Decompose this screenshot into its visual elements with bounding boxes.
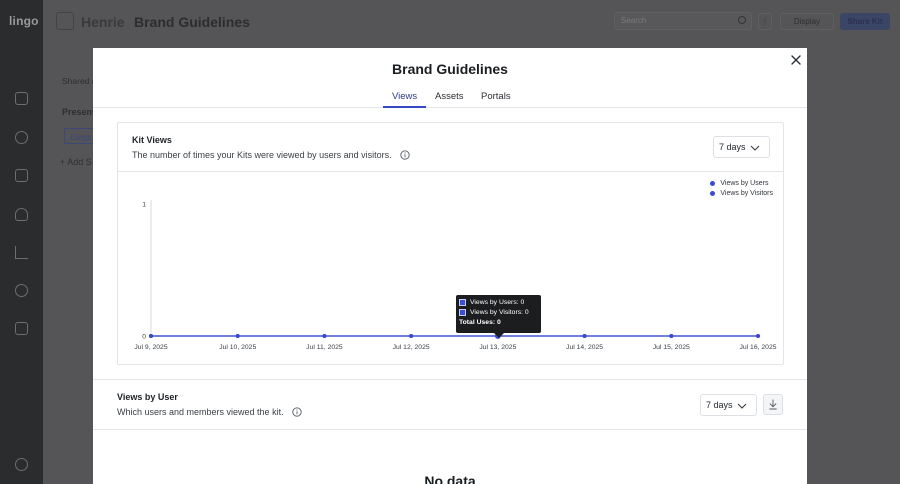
tooltip-users-swatch xyxy=(459,298,466,306)
y-tick-label: 1 xyxy=(142,202,146,209)
data-point-visitors[interactable] xyxy=(322,334,327,338)
empty-state-message: No data xyxy=(424,473,476,484)
chart-tooltip: Views by Users: 0 Views by Visitors: 0 T… xyxy=(456,295,541,338)
tooltip-visitors-swatch xyxy=(459,308,466,316)
info-icon[interactable] xyxy=(292,407,302,417)
app-logo: lingo xyxy=(9,14,39,28)
display-button[interactable]: Display xyxy=(780,13,834,30)
x-tick-label: Jul 13, 2025 xyxy=(479,344,516,351)
kit-views-card: Kit Views The number of times your Kits … xyxy=(117,122,784,365)
x-tick-label: Jul 15, 2025 xyxy=(653,344,690,351)
modal-title: Brand Guidelines xyxy=(392,61,508,77)
download-button[interactable] xyxy=(763,394,783,415)
x-tick-label: Jul 12, 2025 xyxy=(393,344,430,351)
views-by-user-description: Which users and members viewed the kit. xyxy=(117,407,284,417)
x-tick-label: Jul 11, 2025 xyxy=(306,344,343,351)
data-point-visitors[interactable] xyxy=(669,334,674,338)
app-sidebar-rail: lingo xyxy=(0,0,43,484)
search-icon[interactable] xyxy=(15,131,28,144)
y-tick-label: 0 xyxy=(142,334,146,341)
analytics-icon[interactable] xyxy=(15,246,28,259)
help-icon[interactable] xyxy=(15,458,28,471)
download-icon xyxy=(769,399,777,410)
x-tick-label: Jul 9, 2025 xyxy=(134,344,167,351)
data-point-visitors[interactable] xyxy=(582,334,587,338)
tooltip-arrow xyxy=(494,333,504,338)
kit-list-item[interactable]: Elega xyxy=(70,132,92,142)
tooltip-users-row: Views by Users: 0 xyxy=(459,297,538,307)
add-section-button[interactable]: + Add S xyxy=(60,157,92,167)
share-kit-button[interactable]: Share Kit xyxy=(840,13,890,30)
tab-views[interactable]: Views xyxy=(392,91,417,102)
dashboard-icon[interactable] xyxy=(15,92,28,105)
settings-icon[interactable] xyxy=(15,284,28,297)
tooltip-visitors-value: Views by Visitors: 0 xyxy=(470,308,529,316)
tab-assets[interactable]: Assets xyxy=(435,91,464,102)
library-icon[interactable] xyxy=(15,322,28,335)
data-point-visitors[interactable] xyxy=(409,334,414,338)
x-tick-label: Jul 10, 2025 xyxy=(219,344,256,351)
modal-tabs: Views Assets Portals xyxy=(93,87,807,108)
data-point-visitors[interactable] xyxy=(149,334,153,338)
tab-portals[interactable]: Portals xyxy=(481,91,511,102)
chevron-down-icon xyxy=(737,403,747,409)
insights-modal: Brand Guidelines Views Assets Portals Ki… xyxy=(93,48,807,484)
views-by-user-section: Views by User Which users and members vi… xyxy=(93,379,807,430)
close-icon[interactable] xyxy=(789,53,803,67)
data-point-visitors[interactable] xyxy=(756,334,760,338)
app-topbar: Henrie Brand Guidelines Search ⋮ Display… xyxy=(43,0,900,43)
tooltip-visitors-row: Views by Visitors: 0 xyxy=(459,307,538,317)
views-by-user-title: Views by User xyxy=(117,392,178,402)
more-options-button[interactable]: ⋮ xyxy=(758,13,772,30)
search-icon xyxy=(738,16,746,24)
active-tab-indicator xyxy=(383,106,426,108)
tooltip-total: Total Uses: 0 xyxy=(459,318,501,326)
views-by-user-subtitle: Which users and members viewed the kit. xyxy=(117,407,302,417)
data-point-visitors[interactable] xyxy=(235,334,240,338)
breadcrumb-parent[interactable]: Henrie xyxy=(81,14,125,30)
views-by-user-range-select[interactable]: 7 days xyxy=(700,394,757,416)
background-search-input[interactable]: Search xyxy=(614,12,752,30)
present-section-label: Present xyxy=(62,107,96,117)
background-page-title: Brand Guidelines xyxy=(134,14,250,30)
x-tick-label: Jul 16, 2025 xyxy=(739,344,776,351)
views-by-user-range-value: 7 days xyxy=(706,400,733,410)
x-tick-label: Jul 14, 2025 xyxy=(566,344,603,351)
users-icon[interactable] xyxy=(15,208,28,221)
kit-views-chart: Jul 9, 2025 Jul 10, 2025 Jul 11, 2025 Jul 1… xyxy=(134,200,777,351)
search-placeholder: Search xyxy=(621,16,647,25)
tooltip-users-value: Views by Users: 0 xyxy=(470,298,525,306)
briefcase-icon[interactable] xyxy=(15,169,28,182)
back-icon[interactable] xyxy=(56,12,74,30)
